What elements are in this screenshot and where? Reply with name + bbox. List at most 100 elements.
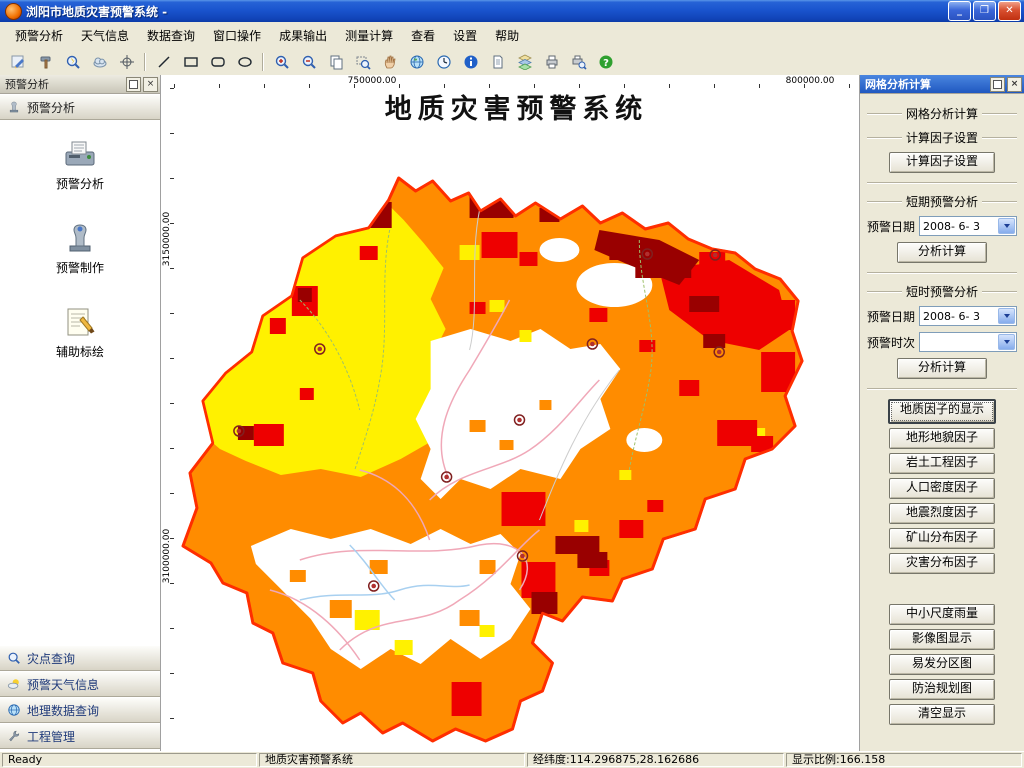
rect-tool-icon [183,56,198,67]
immediate-label: 短时预警分析 [867,283,1017,300]
line-tool-button[interactable] [151,49,176,74]
calc-factor-setup-button[interactable]: 计算因子设置 [889,152,995,173]
help-button[interactable]: ? [593,49,618,74]
factor-mine-button[interactable]: 矿山分布因子 [889,528,995,549]
menu-settings[interactable]: 设置 [444,23,486,48]
factor-geology-display-button[interactable]: 地质因子的显示 [888,399,996,424]
susceptibility-map-button[interactable]: 易发分区图 [889,654,995,675]
menu-result-output[interactable]: 成果输出 [270,23,336,48]
flash-zoom-button[interactable] [60,49,85,74]
document-button[interactable] [485,49,510,74]
chevron-down-icon[interactable] [998,218,1015,234]
mesoscale-rain-button[interactable]: 中小尺度雨量 [889,604,995,625]
tool-label: 预警分析 [55,177,104,191]
tools-button[interactable] [33,49,58,74]
prevention-plan-button[interactable]: 防治规划图 [889,679,995,700]
cloud-button[interactable] [87,49,112,74]
right-panel-close-icon[interactable]: × [1007,76,1022,92]
accordion-label: 灾点查询 [27,651,76,666]
stamp-icon [69,224,91,252]
zoom-out-button[interactable] [296,49,321,74]
factor-geotech-button[interactable]: 岩土工程因子 [889,453,995,474]
menu-weather-info[interactable]: 天气信息 [72,23,138,48]
print-button[interactable] [539,49,564,74]
menu-view[interactable]: 查看 [402,23,444,48]
copy-button[interactable] [323,49,348,74]
roundrect-tool-button[interactable] [205,49,230,74]
accordion-label: 地理数据查询 [27,703,100,718]
zoom-in-button[interactable] [269,49,294,74]
section-warning-analysis[interactable]: 预警分析 [0,94,160,120]
pin-icon[interactable] [990,76,1005,92]
ruler-label: 750000.00 [347,76,397,86]
risk-map[interactable]: 地质灾害预警系统 [174,88,859,751]
accordion-label: 工程管理 [27,729,76,744]
accordion-geo-data-query[interactable]: 地理数据查询 [0,697,160,723]
accordion-weather-info[interactable]: 预警天气信息 [0,671,160,697]
hammer-icon [40,56,50,68]
tool-aux-plotting[interactable]: 辅助标绘 [56,304,104,360]
map-canvas[interactable]: 地质灾害预警系统 [174,88,859,751]
globe-icon [410,55,423,68]
maximize-button[interactable]: ❐ [973,1,996,21]
minimize-button[interactable]: _ [948,1,971,21]
short-term-date-combo[interactable]: 2008- 6- 3 [919,216,1017,236]
tool-warning-production[interactable]: 预警制作 [56,220,104,276]
info-button[interactable] [458,49,483,74]
print-preview-button[interactable] [566,49,591,74]
edit-button[interactable] [6,49,31,74]
factor-population-button[interactable]: 人口密度因子 [889,478,995,499]
immediate-analyze-button[interactable]: 分析计算 [897,358,987,379]
tool-warning-analysis[interactable]: 预警分析 [56,136,104,192]
menu-window-ops[interactable]: 窗口操作 [204,23,270,48]
immediate-date-combo[interactable]: 2008- 6- 3 [919,306,1017,326]
right-panel-titlebar: 网格分析计算 × [860,75,1024,94]
menu-measure-calc[interactable]: 测量计算 [336,23,402,48]
close-button[interactable]: ✕ [998,1,1021,21]
clock-button[interactable] [431,49,456,74]
print-icon [546,55,557,68]
short-term-analyze-button[interactable]: 分析计算 [897,242,987,263]
chevron-down-icon[interactable] [998,308,1015,324]
pan-hand-icon [384,55,395,68]
fax-machine-icon [65,141,95,166]
clock-icon [436,54,451,69]
menu-bar: 预警分析 天气信息 数据查询 窗口操作 成果输出 测量计算 查看 设置 帮助 [0,22,1024,49]
menu-help[interactable]: 帮助 [486,23,528,48]
app-window: 浏阳市地质灾害预警系统 - _ ❐ ✕ 预警分析 天气信息 数据查询 窗口操作 … [0,0,1024,768]
calc-factor-label: 计算因子设置 [867,129,1017,146]
warning-time-label: 预警时次 [867,335,916,350]
left-panel-close-icon[interactable]: × [143,76,158,92]
divider [867,182,1017,184]
warning-time-combo[interactable] [919,332,1017,352]
crosshair-button[interactable] [114,49,139,74]
zoom-window-button[interactable] [350,49,375,74]
accordion-disaster-query[interactable]: 灾点查询 [0,645,160,671]
ruler-label: 3150000.00 [162,211,172,267]
accordion-project-mgmt[interactable]: 工程管理 [0,723,160,749]
ellipse-tool-button[interactable] [232,49,257,74]
layers-button[interactable] [512,49,537,74]
factor-terrain-button[interactable]: 地形地貌因子 [889,428,995,449]
factor-disaster-button[interactable]: 灾害分布因子 [889,553,995,574]
imagery-display-button[interactable]: 影像图显示 [889,629,995,650]
toolbar-separator [144,52,146,71]
pin-icon[interactable] [126,76,141,92]
immediate-date-value: 2008- 6- 3 [923,309,980,323]
menu-warning-analysis[interactable]: 预警分析 [6,23,72,48]
notepad-pencil-icon [67,308,95,336]
map-area: 750000.00 800000.00 3150000.00 3100000.0… [161,75,859,751]
menu-data-query[interactable]: 数据查询 [138,23,204,48]
zoom-window-icon [356,56,371,70]
tool-label: 辅助标绘 [55,345,104,359]
chevron-down-icon[interactable] [998,334,1015,350]
section-label: 预警分析 [27,100,76,115]
clear-display-button[interactable]: 清空显示 [889,704,995,725]
rect-tool-button[interactable] [178,49,203,74]
factor-seismic-button[interactable]: 地震烈度因子 [889,503,995,524]
pan-button[interactable] [377,49,402,74]
left-panel-title: 预警分析 [5,78,49,91]
globe-button[interactable] [404,49,429,74]
zoom-out-icon [302,55,316,69]
